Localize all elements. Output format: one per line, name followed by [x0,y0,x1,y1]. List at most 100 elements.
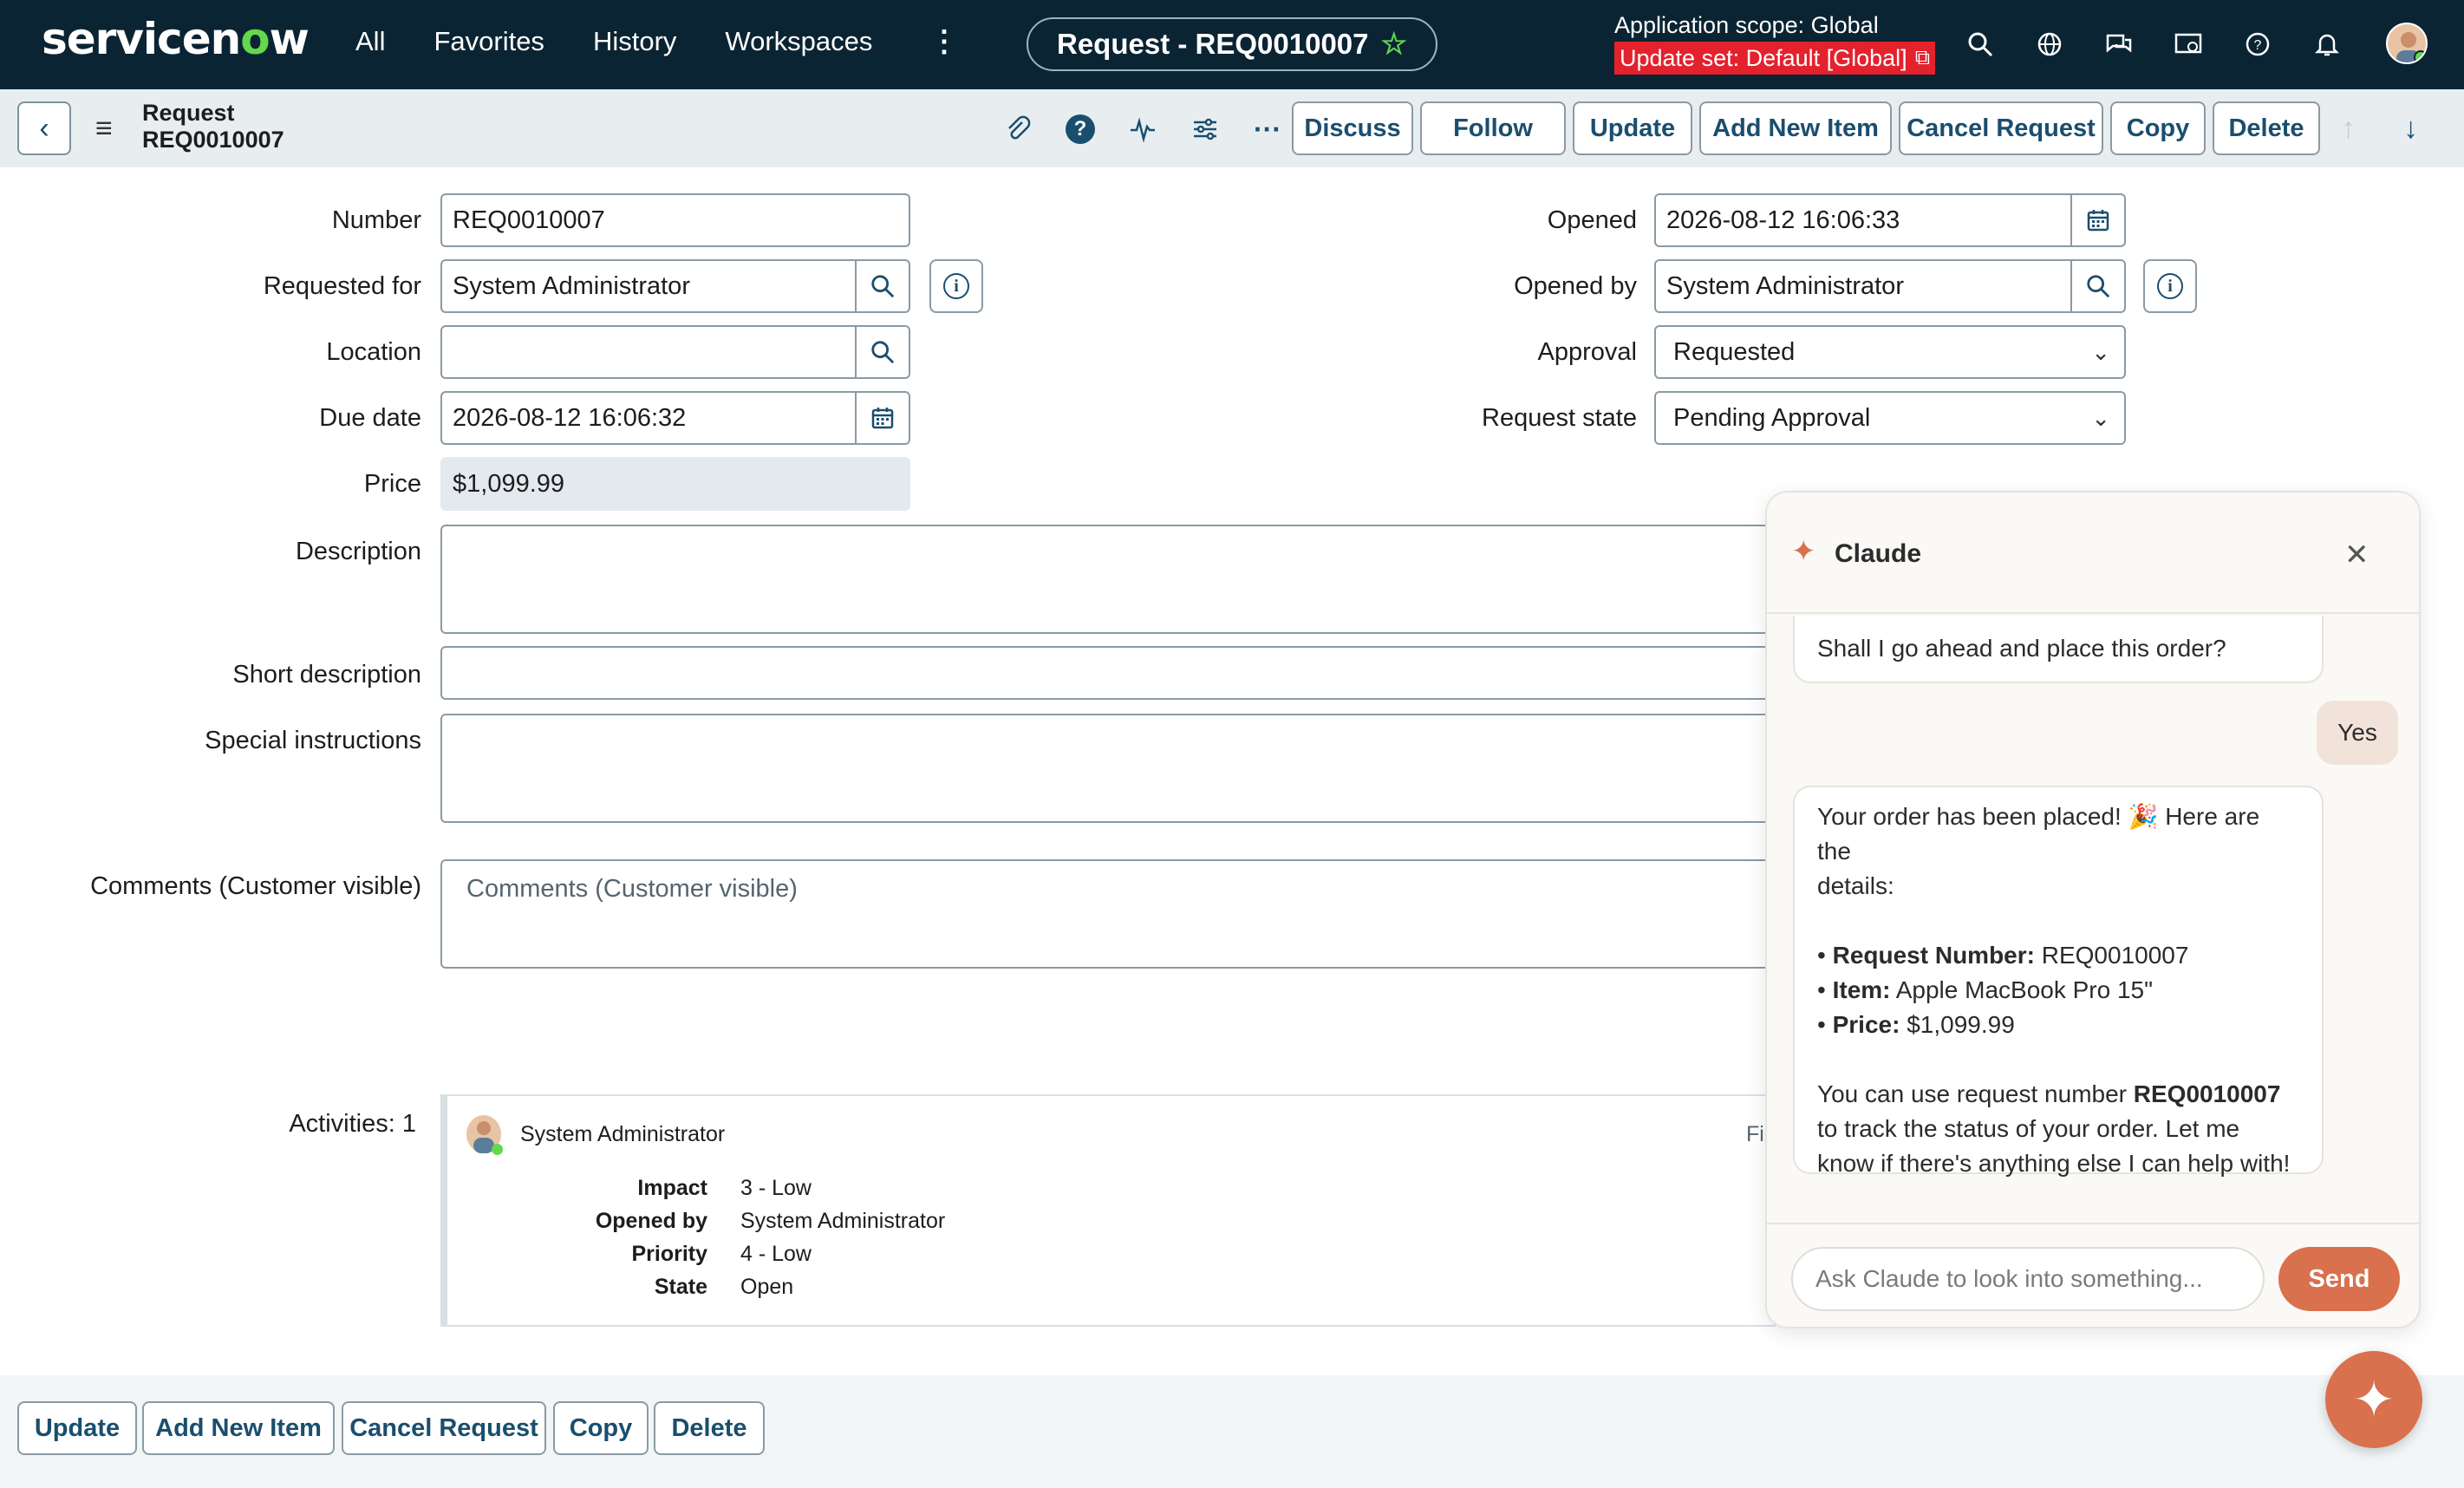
follow-button[interactable]: Follow [1420,101,1566,155]
settings-sliders-icon[interactable] [1174,108,1236,150]
activity-field-row: State Open [499,1275,1106,1300]
cancel-request-button[interactable]: Cancel Request [1899,101,2103,155]
footer-copy-button[interactable]: Copy [553,1401,649,1455]
calendar-icon[interactable] [855,393,909,443]
nav-history[interactable]: History [593,26,676,57]
footer-delete-button[interactable]: Delete [654,1401,765,1455]
requested-for-field[interactable]: System Administrator [440,259,910,313]
more-horizontal-icon[interactable]: ··· [1236,108,1299,150]
star-icon[interactable]: ☆ [1381,27,1407,62]
price-field: $1,099.99 [440,457,910,511]
footer-add-new-item-button[interactable]: Add New Item [142,1401,335,1455]
nav-favorites[interactable]: Favorites [433,26,544,57]
location-field[interactable] [440,325,910,379]
chat-icon[interactable] [2084,23,2154,66]
request-state-select[interactable]: Pending Approval ⌄ [1654,391,2126,445]
back-button[interactable]: ‹ [17,101,71,155]
search-icon[interactable] [2070,261,2124,311]
claude-message-input[interactable]: Ask Claude to look into something... [1791,1247,2265,1311]
add-new-item-button[interactable]: Add New Item [1699,101,1892,155]
attachment-icon[interactable] [987,108,1049,150]
search-icon[interactable] [855,261,909,311]
online-status-icon [2414,50,2426,62]
chevron-left-icon: ‹ [39,111,49,145]
reply-line: Your order has been placed! 🎉 Here are t… [1817,803,2260,865]
activity-field-row: Priority 4 - Low [499,1242,1106,1267]
activity-field-key: State [654,1275,707,1299]
requested-for-info-button[interactable]: i [929,259,983,313]
search-icon[interactable] [855,327,909,377]
search-icon[interactable] [1946,23,2015,66]
activity-field-key: Impact [637,1176,707,1200]
claude-panel-header: ✦ Claude ✕ [1767,493,2419,614]
close-icon[interactable]: ✕ [2344,538,2369,572]
previous-record-icon[interactable]: ↑ [2341,112,2356,146]
activity-entry: System Administrator Fie Impact 3 - Low O… [440,1094,1776,1327]
help-circle-icon[interactable]: ? [1049,108,1111,150]
opened-label: Opened [1547,206,1637,234]
nav-all[interactable]: All [355,26,385,57]
more-menu-icon[interactable]: ⋮ [929,24,959,59]
svg-text:?: ? [2254,38,2262,53]
short-description-input[interactable] [440,646,1793,700]
copy-button[interactable]: Copy [2110,101,2206,155]
record-pill[interactable]: Request - REQ0010007 ☆ [1027,17,1437,71]
bell-icon[interactable] [2292,23,2362,66]
send-button[interactable]: Send [2278,1247,2400,1311]
approval-select[interactable]: Requested ⌄ [1654,325,2126,379]
sparkle-icon: ✦ [1791,535,1816,568]
comments-textarea[interactable]: Comments (Customer visible) [440,859,1793,969]
activity-field-key: Priority [631,1242,707,1266]
sparkle-icon: ✦ [2352,1372,2396,1428]
chevron-down-icon: ⌄ [2091,339,2110,365]
hamburger-menu-icon[interactable]: ≡ [95,112,113,146]
opened-by-info-button[interactable]: i [2143,259,2197,313]
user-avatar[interactable] [2386,23,2428,64]
description-textarea[interactable] [440,525,1793,634]
form-header: ‹ ≡ Request REQ0010007 ? ··· Discuss Fol… [0,89,2464,167]
update-set-badge[interactable]: Update set: Default [Global] ⧉ [1614,42,1935,75]
claude-input-placeholder: Ask Claude to look into something... [1815,1265,2203,1292]
activity-field-value: 4 - Low [740,1242,812,1266]
activity-field-row: Opened by System Administrator [499,1209,1106,1234]
claude-launcher-button[interactable]: ✦ [2325,1351,2422,1448]
app-scope[interactable]: Application scope: Global [1614,12,1879,39]
approval-value: Requested [1673,337,1796,366]
assistant-message: Shall I go ahead and place this order? [1793,616,2324,683]
price-label: Price [363,470,421,498]
reply-bullet-request-number: • Request Number: REQ0010007 [1817,942,2189,969]
approval-label: Approval [1537,338,1637,366]
footer-update-button[interactable]: Update [17,1401,137,1455]
globe-icon[interactable] [2015,23,2084,66]
nav-workspaces[interactable]: Workspaces [725,26,872,57]
update-button[interactable]: Update [1573,101,1692,155]
footer-cancel-request-button[interactable]: Cancel Request [342,1401,546,1455]
number-field[interactable]: REQ0010007 [440,193,910,247]
record-pill-label: Request - REQ0010007 [1057,28,1369,60]
special-instructions-textarea[interactable] [440,714,1793,823]
claude-message-list[interactable]: Shall I go ahead and place this order? Y… [1767,616,2419,1223]
claude-chat-panel: ✦ Claude ✕ Shall I go ahead and place th… [1765,491,2421,1328]
calendar-icon[interactable] [2070,195,2124,245]
activity-pulse-icon[interactable] [1111,108,1174,150]
delete-button[interactable]: Delete [2213,101,2320,155]
reply-bullet-price: • Price: $1,099.99 [1817,1011,2015,1038]
opened-field[interactable]: 2026-08-12 16:06:33 [1654,193,2126,247]
footer-button-bar: Update Add New Item Cancel Request Copy … [0,1375,2464,1488]
request-state-value: Pending Approval [1673,403,1871,432]
form-title-number: REQ0010007 [142,127,284,153]
due-date-field[interactable]: 2026-08-12 16:06:32 [440,391,910,445]
claude-panel-title: Claude [1835,539,1922,568]
screen-icon[interactable] [2154,23,2223,66]
number-value: REQ0010007 [453,206,605,234]
online-status-icon [492,1144,503,1155]
avatar [466,1115,503,1155]
claude-composer: Ask Claude to look into something... Sen… [1767,1223,2419,1327]
discuss-button[interactable]: Discuss [1292,101,1413,155]
next-record-icon[interactable]: ↓ [2403,112,2418,146]
opened-by-value: System Administrator [1666,271,1904,300]
opened-by-field[interactable]: System Administrator [1654,259,2126,313]
update-set-label: Update set: Default [Global] [1620,44,1907,71]
servicenow-logo[interactable]: servicenow [42,14,310,64]
help-icon[interactable]: ? [2223,23,2292,66]
